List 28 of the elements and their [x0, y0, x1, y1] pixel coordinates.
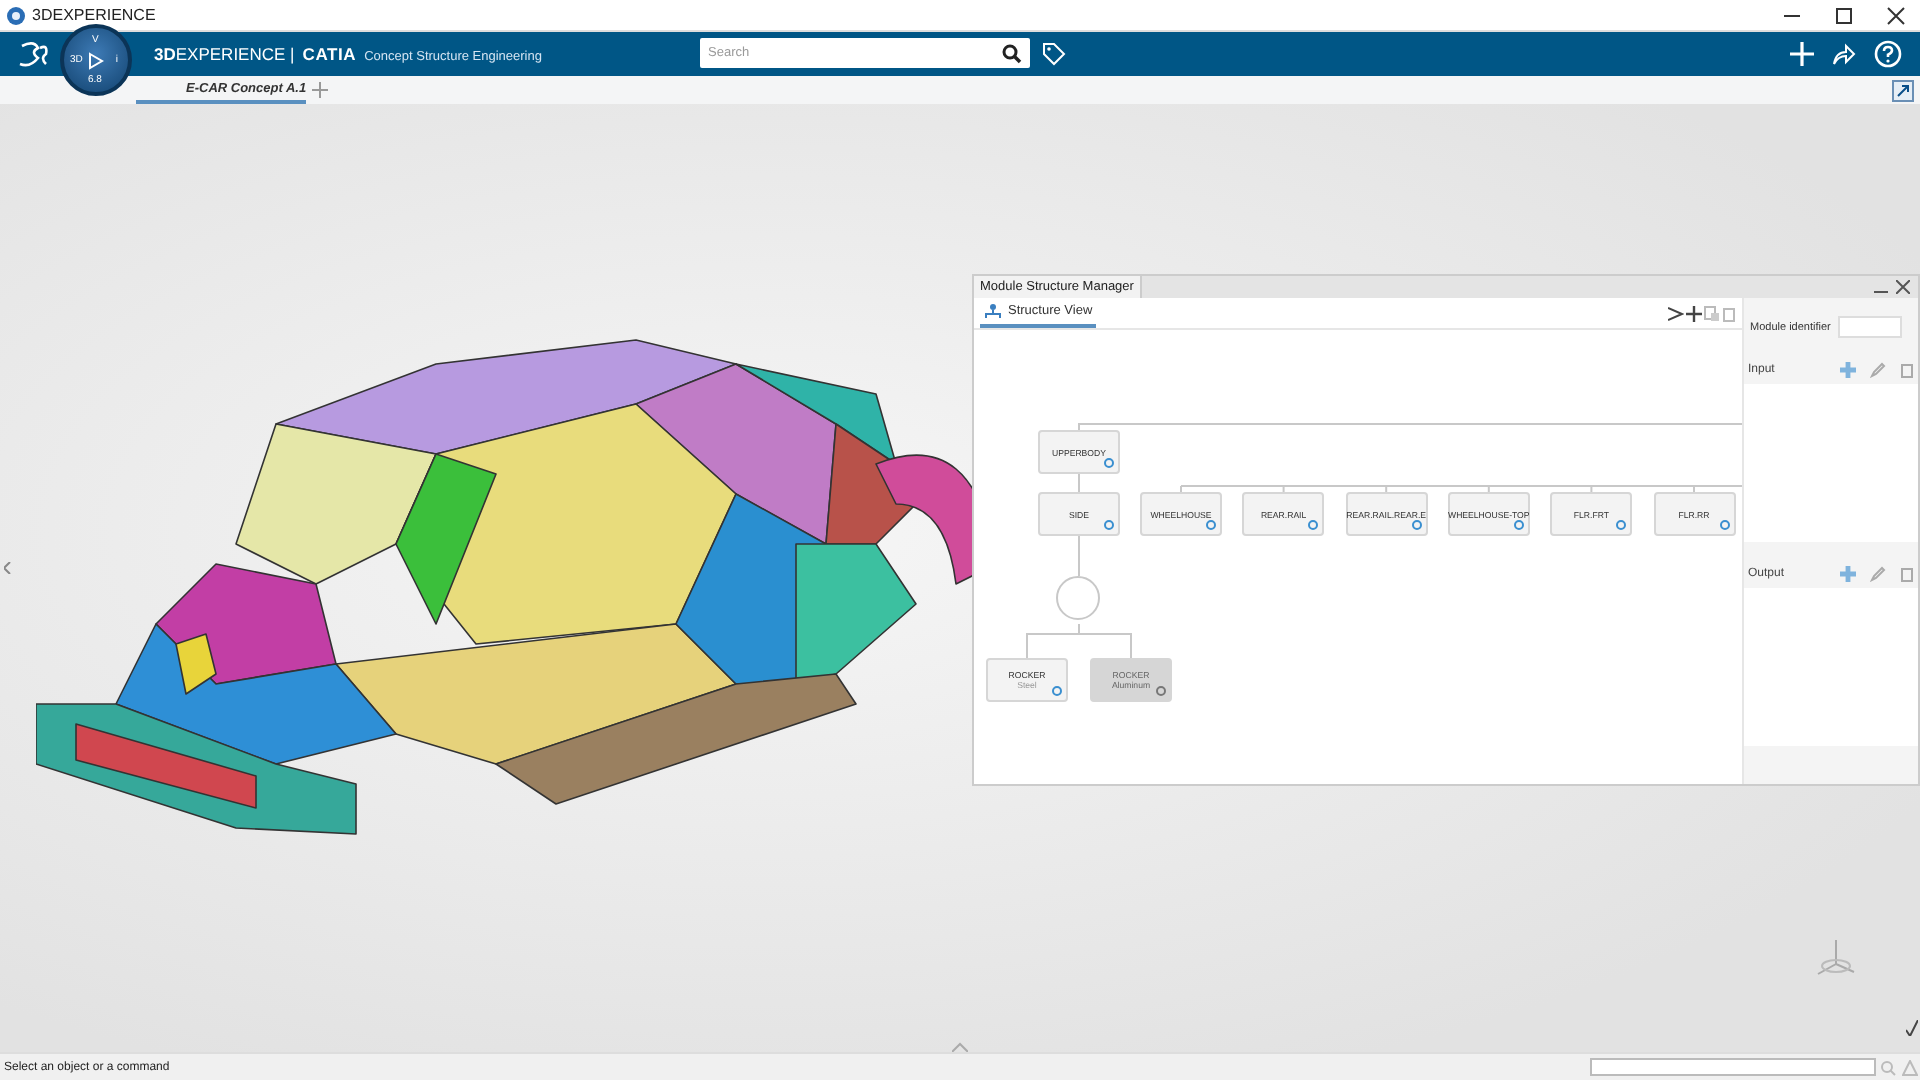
up-caret-icon[interactable] — [952, 1042, 968, 1052]
window-title: 3DEXPERIENCE — [32, 6, 156, 24]
app-logo-icon — [6, 5, 26, 25]
plus-icon[interactable] — [1686, 305, 1702, 321]
module-identifier-field[interactable] — [1838, 316, 1903, 338]
variant-node[interactable] — [1055, 576, 1099, 620]
add-tab-icon[interactable] — [312, 82, 328, 98]
hierarchy-icon — [984, 303, 1002, 319]
trash-icon[interactable] — [1722, 305, 1736, 321]
add-icon[interactable] — [1840, 566, 1856, 582]
tag-icon[interactable] — [1042, 42, 1066, 66]
play-icon[interactable] — [88, 52, 104, 70]
command-field[interactable] — [1590, 1058, 1876, 1076]
trash-icon[interactable] — [1900, 566, 1914, 582]
ds-logo-icon[interactable] — [18, 40, 50, 68]
trash-icon[interactable] — [1900, 362, 1914, 378]
collapse-icon[interactable] — [1892, 79, 1914, 101]
close-icon[interactable] — [1896, 280, 1910, 294]
search-icon[interactable] — [1002, 44, 1022, 64]
help-icon[interactable] — [1874, 40, 1902, 68]
pencil-icon[interactable] — [1870, 362, 1886, 378]
check-icon[interactable] — [1906, 1020, 1918, 1036]
add-icon[interactable] — [1840, 362, 1856, 378]
brand-title: 3DEXPERIENCE | — [154, 44, 295, 64]
pencil-icon[interactable] — [1870, 566, 1886, 582]
share-icon[interactable] — [1832, 42, 1856, 66]
warning-icon[interactable] — [1902, 1059, 1918, 1075]
app-name: CATIA — [302, 44, 357, 64]
